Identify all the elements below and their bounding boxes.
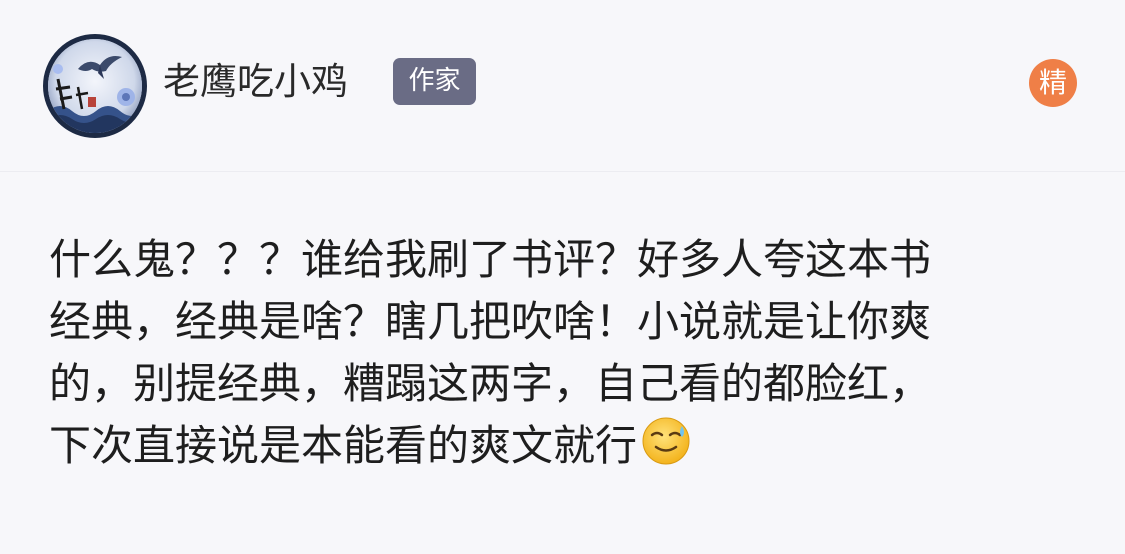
post-line: 什么鬼？？？谁给我刷了书评？好多人夸这本书 [49,235,932,284]
author-name[interactable]: 老鹰吃小鸡 [163,57,348,107]
sweat-smile-emoji-icon [642,417,690,465]
author-avatar[interactable] [43,34,147,138]
post-line-last: 下次直接说是本能看的爽文就行 [49,415,1089,477]
featured-badge: 精 [1029,59,1077,107]
post-header: 老鹰吃小鸡 作家 精 [0,0,1125,172]
author-role-badge: 作家 [393,58,476,105]
post-content: 什么鬼？？？谁给我刷了书评？好多人夸这本书 经典，经典是啥？瞎几把吹啥！小说就是… [49,229,1089,477]
post-line-text: 下次直接说是本能看的爽文就行 [49,421,638,470]
post-line: 经典，经典是啥？瞎几把吹啥！小说就是让你爽 [49,297,932,346]
post-line: 的，别提经典，糟蹋这两字，自己看的都脸红， [49,359,932,408]
bird-illustration-avatar-icon [48,39,142,133]
